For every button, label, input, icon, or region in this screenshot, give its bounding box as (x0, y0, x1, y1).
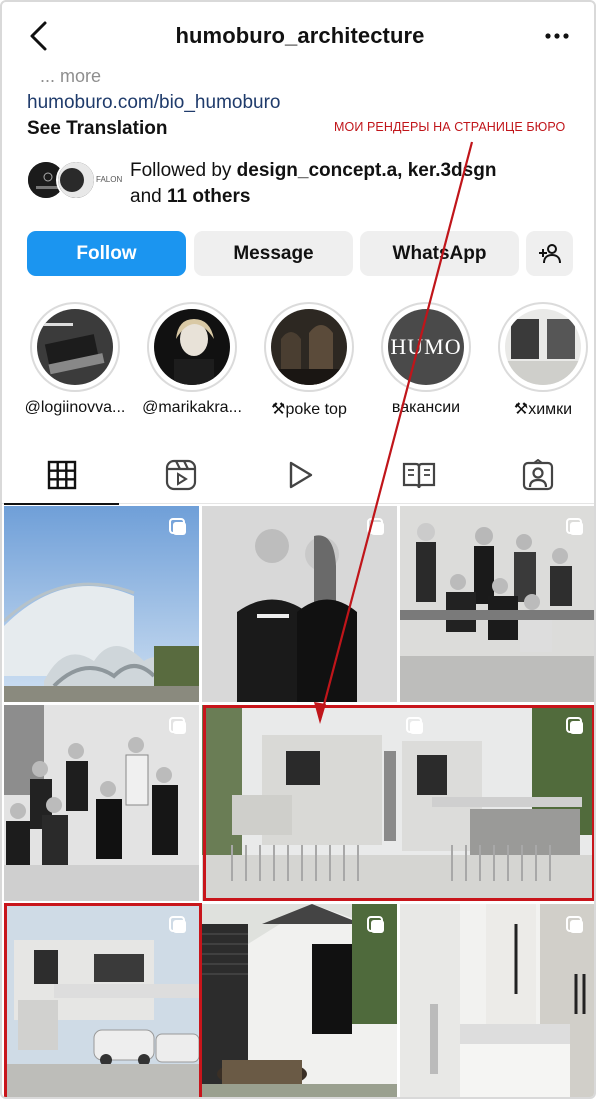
profile-screen: humoburo_architecture ... more humoburo.… (0, 0, 596, 1099)
annotation-arrow (314, 141, 474, 724)
